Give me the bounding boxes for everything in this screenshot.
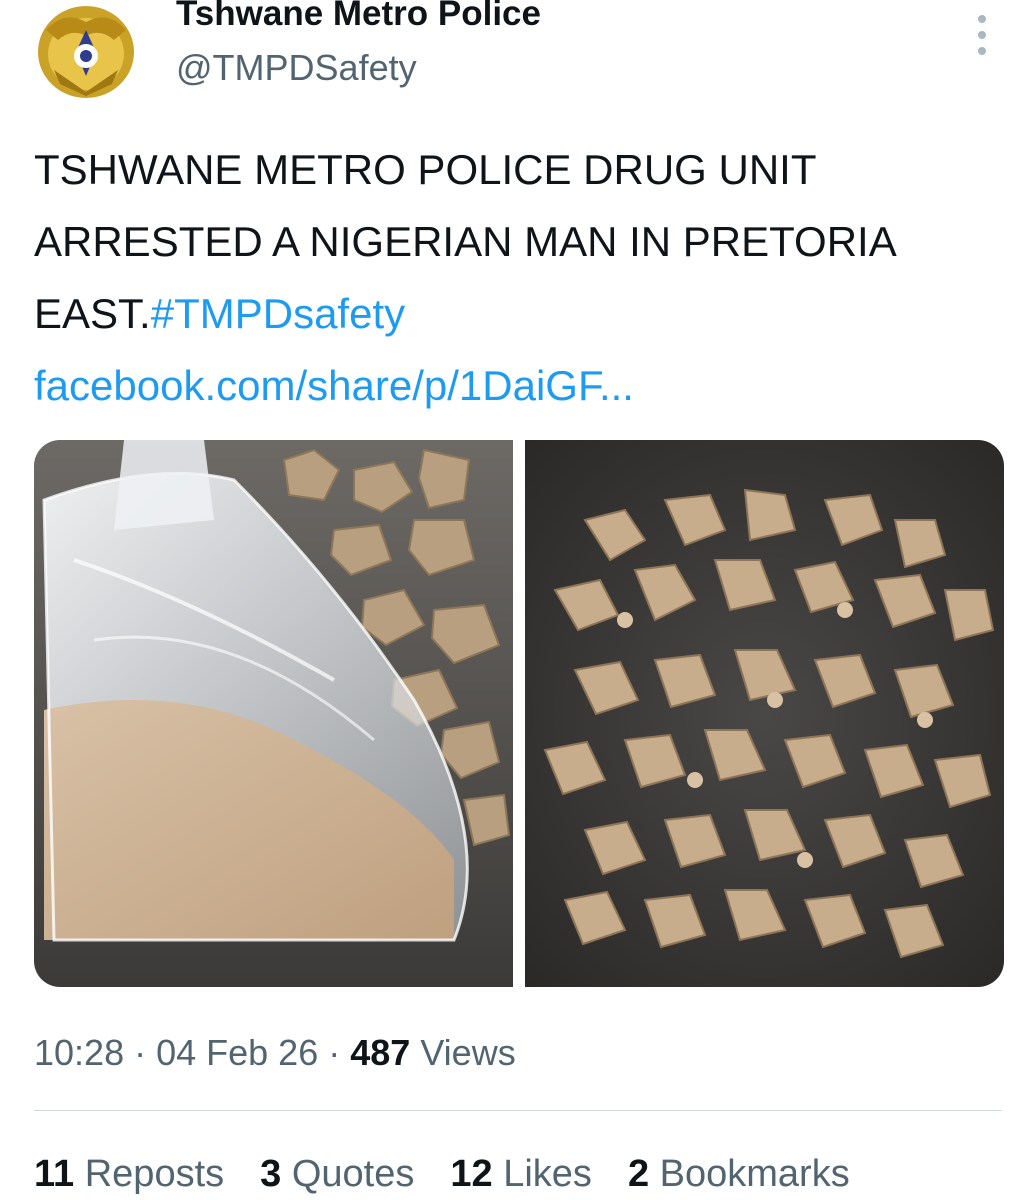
reposts-stat[interactable]: 11 Reposts <box>34 1150 224 1198</box>
tweet-date[interactable]: 04 Feb 26 <box>156 1032 318 1073</box>
author-handle[interactable]: @TMPDSafety <box>176 46 417 90</box>
photo-wrapped-packets <box>525 440 1004 987</box>
more-options-button[interactable] <box>962 10 1002 60</box>
views-count: 487 <box>350 1032 411 1073</box>
views-label: Views <box>420 1032 516 1073</box>
stat-count: 11 <box>34 1153 75 1195</box>
tweet-time[interactable]: 10:28 <box>34 1032 124 1073</box>
likes-stat[interactable]: 12 Likes <box>450 1150 592 1198</box>
stat-count: 2 <box>627 1153 650 1195</box>
police-badge-icon <box>34 0 138 98</box>
external-link[interactable]: facebook.com/share/p/1DaiGF... <box>34 362 634 409</box>
media-grid <box>34 440 1004 987</box>
tweet-meta: 10:28 · 04 Feb 26 · 487 Views <box>34 1030 516 1076</box>
more-vertical-icon <box>978 15 986 55</box>
divider <box>34 1110 1002 1111</box>
media-photo-2[interactable] <box>525 440 1004 987</box>
stat-count: 12 <box>450 1153 493 1195</box>
media-photo-1[interactable] <box>34 440 513 987</box>
stat-count: 3 <box>260 1153 282 1195</box>
separator-dot: · <box>318 1032 351 1073</box>
stat-label: Quotes <box>291 1153 415 1195</box>
hashtag-link[interactable]: #TMPDsafety <box>151 290 405 337</box>
author-display-name[interactable]: Tshwane Metro Police <box>176 0 541 36</box>
avatar[interactable] <box>34 0 138 98</box>
photo-bag-of-powder <box>34 440 513 987</box>
stat-label: Bookmarks <box>659 1153 850 1195</box>
bookmarks-stat[interactable]: 2 Bookmarks <box>628 1150 850 1198</box>
engagement-stats: 11 Reposts 3 Quotes 12 Likes 2 Bookmarks <box>34 1150 850 1198</box>
tweet-text: TSHWANE METRO POLICE DRUG UNIT ARRESTED … <box>34 134 994 422</box>
quotes-stat[interactable]: 3 Quotes <box>260 1150 414 1198</box>
stat-label: Reposts <box>84 1153 225 1195</box>
stat-label: Likes <box>503 1153 592 1195</box>
separator-dot: · <box>124 1032 157 1073</box>
